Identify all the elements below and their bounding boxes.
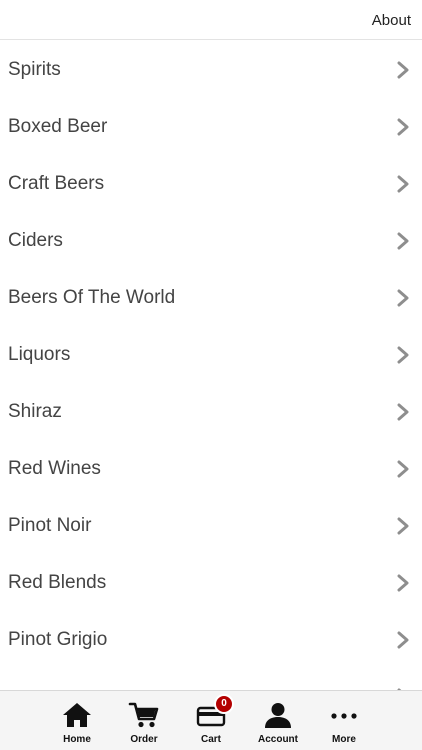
- chevron-right-icon: [397, 289, 409, 307]
- chevron-right-icon: [397, 403, 409, 421]
- category-label: Pinot Grigio: [8, 629, 108, 650]
- category-label: Spirits: [8, 59, 61, 80]
- user-icon: [265, 703, 291, 728]
- chevron-right-icon: [397, 631, 409, 649]
- category-label: Craft Beers: [8, 173, 105, 194]
- tab-order[interactable]: Order: [111, 691, 177, 750]
- chevron-right-icon: [397, 517, 409, 535]
- tab-home[interactable]: Home: [44, 691, 110, 750]
- chevron-right-icon: [397, 574, 409, 592]
- tab-cart[interactable]: 0 Cart: [178, 691, 244, 750]
- tab-label: Account: [258, 734, 298, 745]
- chevron-right-icon: [397, 118, 409, 136]
- category-label: Beers Of The World: [8, 287, 176, 308]
- category-row-boxed-beer[interactable]: Boxed Beer: [0, 98, 422, 155]
- category-label: Ciders: [8, 230, 63, 251]
- tab-label: More: [332, 734, 356, 745]
- chevron-right-icon: [397, 460, 409, 478]
- category-row-liquors[interactable]: Liquors: [0, 326, 422, 383]
- chevron-right-icon: [397, 61, 409, 79]
- category-label: Shiraz: [8, 401, 62, 422]
- about-link[interactable]: About: [372, 12, 411, 29]
- chevron-right-icon: [397, 346, 409, 364]
- category-label: Pinot Noir: [8, 515, 92, 536]
- tab-label: Home: [63, 734, 91, 745]
- tab-more[interactable]: More: [311, 691, 377, 750]
- more-dots-icon: [331, 713, 357, 719]
- chevron-right-icon: [397, 232, 409, 250]
- category-row-pinot-noir[interactable]: Pinot Noir: [0, 497, 422, 554]
- tab-label: Order: [130, 734, 158, 745]
- screen: About Spirits Boxed Beer Craft Beers Cid…: [0, 0, 422, 750]
- chevron-right-icon: [397, 175, 409, 193]
- cart-count-badge: 0: [214, 694, 234, 714]
- category-label: Liquors: [8, 344, 71, 365]
- home-icon: [63, 703, 91, 727]
- category-list: Spirits Boxed Beer Craft Beers Ciders Be…: [0, 41, 422, 725]
- category-row-pinot-grigio[interactable]: Pinot Grigio: [0, 611, 422, 668]
- category-row-red-wines[interactable]: Red Wines: [0, 440, 422, 497]
- bottom-tab-bar: Home Order 0 Cart Account More: [0, 690, 422, 750]
- category-row-shiraz[interactable]: Shiraz: [0, 383, 422, 440]
- category-label: Red Wines: [8, 458, 101, 479]
- category-row-ciders[interactable]: Ciders: [0, 212, 422, 269]
- tab-label: Cart: [200, 734, 221, 745]
- category-row-beers-of-the-world[interactable]: Beers Of The World: [0, 269, 422, 326]
- category-label: Boxed Beer: [8, 116, 108, 137]
- category-row-spirits[interactable]: Spirits: [0, 41, 422, 98]
- shopping-cart-icon: [128, 702, 159, 728]
- category-label: Red Blends: [8, 572, 107, 593]
- category-row-craft-beers[interactable]: Craft Beers: [0, 155, 422, 212]
- top-bar: About: [0, 0, 422, 40]
- category-row-red-blends[interactable]: Red Blends: [0, 554, 422, 611]
- tab-account[interactable]: Account: [245, 691, 311, 750]
